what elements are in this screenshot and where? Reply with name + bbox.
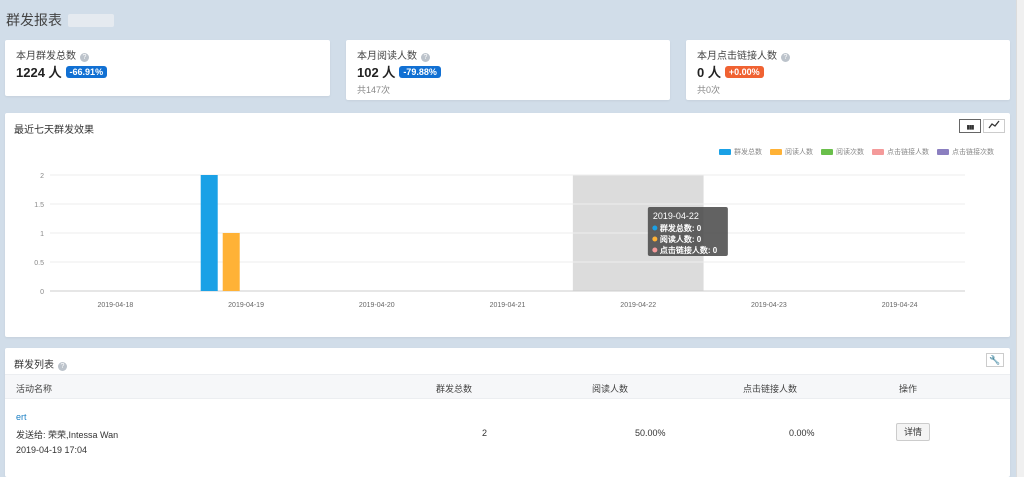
stat-value: 0 人: [697, 65, 721, 80]
column-header: 活动名称: [16, 384, 53, 394]
tooltip-dot: [652, 225, 658, 231]
stat-card-read: 本月阅读人数? 102 人 -79.88% 共147次: [346, 40, 670, 100]
table-header: 活动名称 群发总数 阅读人数 点击链接人数 操作: [5, 374, 1010, 399]
stat-label: 本月群发总数: [16, 51, 76, 62]
column-header: 群发总数: [436, 384, 473, 394]
y-tick-label: 0: [40, 289, 44, 296]
change-badge: +0.00%: [724, 66, 764, 78]
settings-button[interactable]: 🔧: [986, 353, 1004, 367]
tooltip-date: 2019-04-22: [653, 211, 699, 221]
help-icon[interactable]: ?: [80, 53, 89, 62]
wrench-icon: 🔧: [989, 355, 1001, 365]
activity-name-link[interactable]: ert: [16, 412, 27, 422]
y-tick-label: 0.5: [34, 260, 44, 267]
stat-label: 本月点击链接人数: [697, 51, 777, 62]
x-tick-label: 2019-04-19: [228, 302, 264, 309]
read-rate-value: 50.00%: [635, 428, 666, 438]
stat-card-click: 本月点击链接人数? 0 人 +0.00% 共0次: [686, 40, 1010, 100]
tooltip-dot: [652, 247, 658, 253]
tooltip-dot: [652, 236, 658, 242]
stat-value: 102 人: [357, 65, 396, 80]
change-badge: -66.91%: [65, 66, 108, 78]
page-title-text: 群发报表: [6, 12, 62, 28]
x-tick-label: 2019-04-23: [751, 302, 787, 309]
stat-card-sent: 本月群发总数? 1224 人 -66.91%: [5, 40, 330, 96]
column-header: 操作: [899, 384, 918, 394]
detail-button[interactable]: 详情: [896, 423, 930, 441]
bar: [222, 233, 240, 291]
stat-value: 1224 人: [16, 65, 62, 80]
bar-chart: 0 0.5 1 1.5 2 2019-04-18 2019-04-19 2019-04-20 2…: [34, 173, 965, 309]
help-icon[interactable]: ?: [781, 53, 790, 62]
bar: [200, 175, 218, 291]
help-icon[interactable]: ?: [58, 362, 67, 371]
sent-time: 2019-04-19 17:04: [16, 445, 88, 455]
y-tick-label: 1: [40, 231, 44, 238]
stat-sub: 共147次: [357, 85, 391, 95]
tooltip-line: 阅读人数: 0: [660, 234, 702, 244]
tooltip-line: 群发总数: 0: [659, 223, 702, 233]
x-tick-label: 2019-04-21: [490, 302, 526, 309]
click-rate-value: 0.00%: [789, 428, 815, 438]
list-card: 群发列表? 🔧 活动名称 群发总数 阅读人数 点击链接人数 操作 ert 发送给…: [5, 348, 1010, 477]
column-header: 点击链接人数: [743, 384, 798, 394]
tooltip-line: 点击链接人数: 0: [660, 245, 718, 255]
redacted-account-name: [68, 14, 114, 27]
list-title: 群发列表: [14, 360, 54, 371]
page-title: 群发报表: [6, 10, 114, 30]
y-tick-label: 2: [40, 173, 44, 180]
x-tick-label: 2019-04-18: [97, 302, 133, 309]
x-tick-label: 2019-04-22: [620, 302, 656, 309]
recipients-text: 发送给: 荣荣,Intessa Wan: [16, 430, 119, 440]
help-icon[interactable]: ?: [421, 53, 430, 62]
x-tick-label: 2019-04-20: [359, 302, 395, 309]
x-tick-label: 2019-04-24: [882, 302, 918, 309]
chart-card: 最近七天群发效果 ▮▮▮ 群发总数 阅读人数 阅读次数 点击链接人数 点击链接次…: [5, 113, 1010, 337]
total-sent-value: 2: [482, 428, 488, 438]
stat-label: 本月阅读人数: [357, 51, 417, 62]
scrollbar[interactable]: [1016, 0, 1024, 477]
stat-sub: 共0次: [697, 85, 721, 95]
change-badge: -79.88%: [399, 66, 441, 78]
y-tick-label: 1.5: [34, 202, 44, 209]
column-header: 阅读人数: [592, 384, 629, 394]
